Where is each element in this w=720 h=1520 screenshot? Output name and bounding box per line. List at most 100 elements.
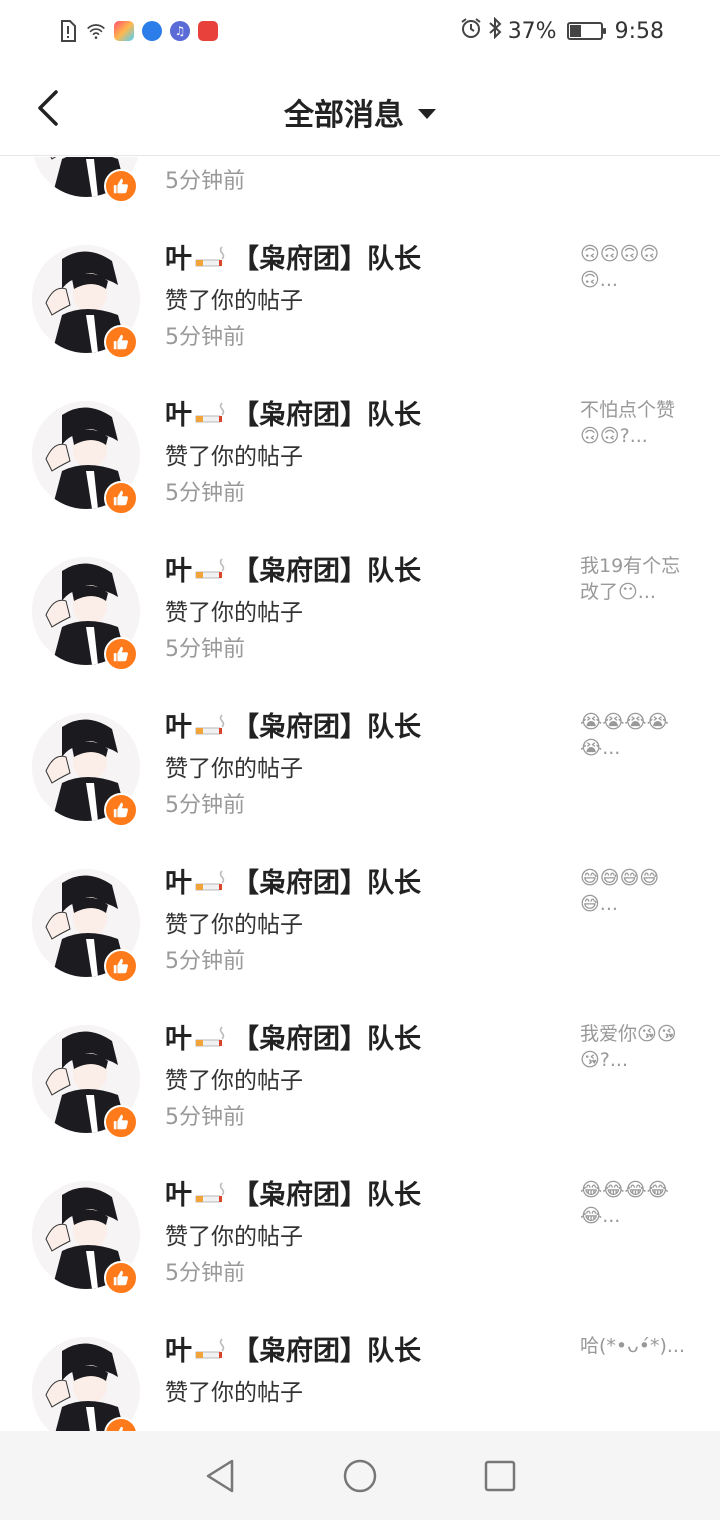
post-preview[interactable]: 😂😂😂😂😂...	[580, 1177, 690, 1229]
username-suffix: 【枭府团】队长	[232, 244, 421, 275]
username-suffix: 【枭府团】队长	[232, 1336, 421, 1367]
username-suffix: 【枭府团】队长	[232, 1024, 421, 1055]
cigarette-emoji-icon	[194, 1181, 230, 1205]
username-prefix: 叶	[165, 244, 192, 275]
recents-square-icon	[484, 1460, 516, 1491]
page-title: 全部消息	[284, 98, 404, 133]
avatar[interactable]	[32, 869, 140, 983]
app-icon-3	[198, 21, 218, 41]
cigarette-emoji-icon	[194, 1337, 230, 1361]
username-suffix: 【枭府团】队长	[232, 556, 421, 587]
status-right: 37% 9:58	[460, 16, 664, 45]
post-preview[interactable]: 哈(*•ᴗ•́*)...	[580, 1333, 690, 1359]
battery-percent: 37%	[507, 18, 557, 44]
alarm-icon	[460, 17, 482, 45]
thumbs-up-badge-icon	[104, 637, 138, 671]
username-prefix: 叶	[165, 1180, 192, 1211]
username-prefix: 叶	[165, 1024, 192, 1055]
username-suffix: 【枭府团】队长	[232, 400, 421, 431]
avatar[interactable]	[32, 157, 140, 203]
username[interactable]: 叶 【枭府团】队长	[165, 1173, 421, 1212]
username[interactable]: 叶 【枭府团】队长	[165, 705, 421, 744]
title-dropdown[interactable]: 全部消息	[0, 90, 720, 134]
action-text: 赞了你的帖子	[165, 288, 303, 314]
music-icon: ♫	[170, 21, 190, 41]
username-prefix: 叶	[165, 1336, 192, 1367]
post-preview[interactable]: 😭😭😭😭😭...	[580, 709, 690, 761]
status-bar: ♫ 37% 9:58	[0, 0, 720, 62]
app-icon-2	[142, 21, 162, 41]
sim-alert-icon	[58, 20, 78, 42]
post-preview[interactable]: 我19有个忘改了😶...	[580, 553, 690, 605]
post-preview[interactable]: 我爱你😘😘😘?...	[580, 1021, 690, 1073]
status-left-icons: ♫	[58, 20, 218, 42]
notification-list[interactable]: 叶 【枭府团】队长 赞了你的帖子 5分钟前	[0, 157, 720, 1431]
username[interactable]: 叶 【枭府团】队长	[165, 393, 421, 432]
action-text: 赞了你的帖子	[165, 756, 303, 782]
timestamp: 5分钟前	[165, 169, 245, 194]
action-text: 赞了你的帖子	[165, 600, 303, 626]
avatar[interactable]	[32, 1337, 140, 1431]
notification-row[interactable]: 叶 【枭府团】队长 赞了你的帖子 5分钟前 😂😂😂😂😂...	[0, 1171, 720, 1327]
username-prefix: 叶	[165, 400, 192, 431]
timestamp: 5分钟前	[165, 1105, 245, 1130]
thumbs-up-badge-icon	[104, 481, 138, 515]
cigarette-emoji-icon	[194, 401, 230, 425]
timestamp: 5分钟前	[165, 949, 245, 974]
nav-back-button[interactable]	[200, 1456, 240, 1496]
username-suffix: 【枭府团】队长	[232, 868, 421, 899]
home-circle-icon	[343, 1459, 377, 1492]
post-preview[interactable]: 😅😅😅😅😅...	[580, 865, 690, 917]
avatar[interactable]	[32, 713, 140, 827]
action-text: 赞了你的帖子	[165, 1224, 303, 1250]
username[interactable]: 叶 【枭府团】队长	[165, 1017, 421, 1056]
thumbs-up-badge-icon	[104, 793, 138, 827]
thumbs-up-badge-icon	[104, 169, 138, 203]
action-text: 赞了你的帖子	[165, 157, 303, 159]
thumbs-up-badge-icon	[104, 1261, 138, 1295]
avatar[interactable]	[32, 245, 140, 359]
username[interactable]: 叶 【枭府团】队长	[165, 549, 421, 588]
battery-icon	[566, 22, 606, 40]
cigarette-emoji-icon	[194, 245, 230, 269]
wifi-icon	[86, 21, 106, 41]
notification-row[interactable]: 叶 【枭府团】队长 赞了你的帖子 5分钟前 🙃🙃🙃🙃🙃...	[0, 235, 720, 391]
cigarette-emoji-icon	[194, 713, 230, 737]
avatar[interactable]	[32, 401, 140, 515]
bluetooth-icon	[488, 16, 502, 45]
post-preview[interactable]: 不怕点个赞🙃🙃?...	[580, 397, 690, 449]
avatar[interactable]	[32, 557, 140, 671]
app-icon-1	[114, 21, 134, 41]
username-suffix: 【枭府团】队长	[232, 712, 421, 743]
nav-recents-button[interactable]	[480, 1456, 520, 1496]
post-preview[interactable]: 🙃🙃🙃🙃🙃...	[580, 241, 690, 293]
timestamp: 5分钟前	[165, 637, 245, 662]
notification-row[interactable]: 叶 【枭府团】队长 赞了你的帖子 5分钟前 😅😅😅😅😅...	[0, 859, 720, 1015]
notification-row[interactable]: 叶 【枭府团】队长 赞了你的帖子 5分钟前 不怕点个赞🙃🙃?...	[0, 391, 720, 547]
username[interactable]: 叶 【枭府团】队长	[165, 237, 421, 276]
action-text: 赞了你的帖子	[165, 444, 303, 470]
cigarette-emoji-icon	[194, 557, 230, 581]
timestamp: 5分钟前	[165, 325, 245, 350]
notification-row[interactable]: 叶 【枭府团】队长 赞了你的帖子 5分钟前 我19有个忘改了😶...	[0, 547, 720, 703]
action-text: 赞了你的帖子	[165, 1068, 303, 1094]
avatar[interactable]	[32, 1181, 140, 1295]
username-suffix: 【枭府团】队长	[232, 1180, 421, 1211]
username[interactable]: 叶 【枭府团】队长	[165, 861, 421, 900]
notification-row[interactable]: 叶 【枭府团】队长 赞了你的帖子 5分钟前 😭😭😭😭😭...	[0, 703, 720, 859]
notification-row[interactable]: 叶 【枭府团】队长 赞了你的帖子 5分钟前 我爱你😘😘😘?...	[0, 1015, 720, 1171]
header: 全部消息	[0, 62, 720, 156]
notification-row[interactable]: 叶 【枭府团】队长 赞了你的帖子 哈(*•ᴗ•́*)...	[0, 1327, 720, 1431]
system-nav-bar	[0, 1431, 720, 1520]
action-text: 赞了你的帖子	[165, 1380, 303, 1406]
username[interactable]: 叶 【枭府团】队长	[165, 1329, 421, 1368]
username-prefix: 叶	[165, 712, 192, 743]
action-text: 赞了你的帖子	[165, 912, 303, 938]
nav-home-button[interactable]	[340, 1456, 380, 1496]
timestamp: 5分钟前	[165, 1261, 245, 1286]
avatar[interactable]	[32, 1025, 140, 1139]
caret-down-icon	[418, 109, 436, 119]
username-prefix: 叶	[165, 868, 192, 899]
notification-row[interactable]: 叶 【枭府团】队长 赞了你的帖子 5分钟前	[0, 157, 720, 235]
cigarette-emoji-icon	[194, 1025, 230, 1049]
